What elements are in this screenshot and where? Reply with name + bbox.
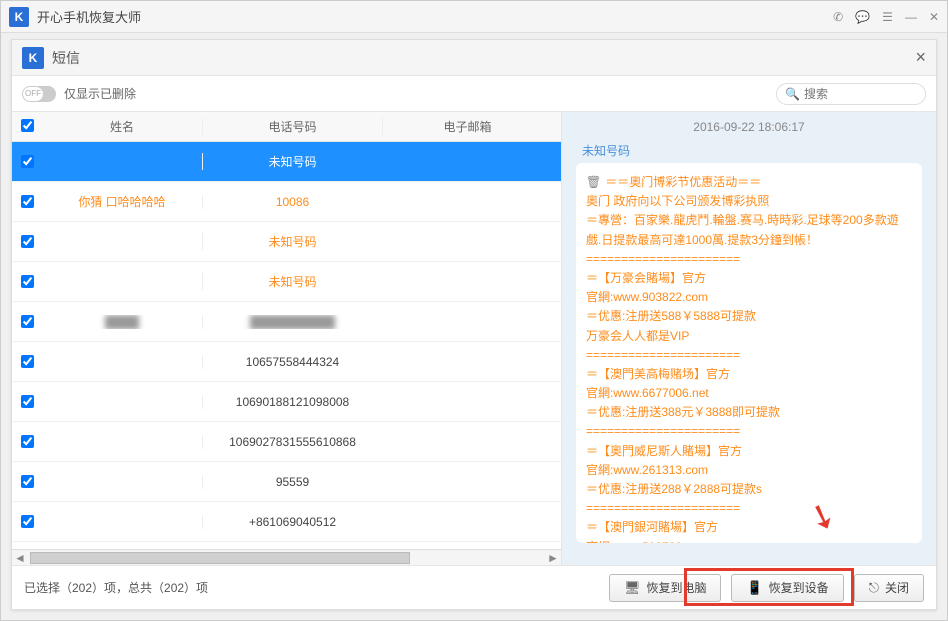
table-row[interactable]: 10690188121098008 [12, 382, 561, 422]
titlebar: K 开心手机恢复大师 ✆ 💬 ☰ — ✕ [1, 1, 947, 33]
app-logo-icon: K [9, 7, 29, 27]
row-name: 你猜 口哈哈哈哈 [42, 193, 202, 210]
row-checkbox-cell[interactable] [12, 475, 42, 488]
row-phone: 10690188121098008 [202, 395, 382, 409]
row-checkbox-cell[interactable] [12, 155, 42, 168]
header-phone[interactable]: 电话号码 [202, 118, 382, 135]
horizontal-scrollbar[interactable]: ◄ ► [12, 549, 561, 565]
row-phone: 10086 [202, 195, 382, 209]
status-text: 已选择（202）项，总共（202）项 [24, 579, 599, 596]
search-icon: 🔍 [785, 87, 800, 101]
restore-pc-label: 恢复到电脑 [646, 579, 706, 596]
search-input[interactable] [804, 87, 917, 101]
row-phone: ██████████ [202, 315, 382, 329]
app-title: 开心手机恢复大师 [37, 7, 833, 26]
table-row[interactable]: 95559 [12, 462, 561, 502]
row-phone: 未知号码 [202, 273, 382, 290]
scroll-left-icon[interactable]: ◄ [12, 550, 28, 565]
chat-icon[interactable]: 💬 [855, 10, 870, 24]
message-bubble: 🗑＝＝奧门博彩节优惠活动＝＝奧门 政府向以下公司颁发博彩执照＝專營：百家樂.龍虎… [576, 163, 922, 543]
row-phone: 未知号码 [202, 233, 382, 250]
row-checkbox[interactable] [21, 155, 34, 168]
row-phone: +861069040512 [202, 515, 382, 529]
content: 姓名 电话号码 电子邮箱 未知号码你猜 口哈哈哈哈10086未知号码未知号码██… [12, 112, 936, 565]
table-row[interactable]: ██████████████ [12, 302, 561, 342]
toggle-knob: OFF [23, 87, 43, 101]
table-row[interactable]: 未知号码 [12, 262, 561, 302]
left-pane: 姓名 电话号码 电子邮箱 未知号码你猜 口哈哈哈哈10086未知号码未知号码██… [12, 112, 562, 565]
menu-icon[interactable]: ☰ [882, 10, 893, 24]
table-body[interactable]: 未知号码你猜 口哈哈哈哈10086未知号码未知号码██████████████1… [12, 142, 561, 549]
trash-icon: 🗑 [586, 175, 601, 189]
row-checkbox-cell[interactable] [12, 355, 42, 368]
close-button[interactable]: ⎋ 关闭 [854, 574, 924, 602]
titlebar-controls: ✆ 💬 ☰ — ✕ [833, 10, 939, 24]
row-checkbox-cell[interactable] [12, 195, 42, 208]
row-checkbox[interactable] [21, 275, 34, 288]
sub-title: 短信 [52, 48, 915, 68]
row-checkbox-cell[interactable] [12, 435, 42, 448]
row-phone: 10657558444324 [202, 355, 382, 369]
header-name[interactable]: 姓名 [42, 118, 202, 135]
row-checkbox[interactable] [21, 435, 34, 448]
row-checkbox[interactable] [21, 515, 34, 528]
row-checkbox-cell[interactable] [12, 315, 42, 328]
exit-icon: ⎋ [869, 580, 879, 596]
restore-to-device-button[interactable]: 📱 恢复到设备 [731, 574, 843, 602]
message-sender: 未知号码 [582, 142, 922, 159]
header-check[interactable] [12, 119, 42, 135]
close-icon[interactable]: ✕ [929, 10, 939, 24]
row-checkbox-cell[interactable] [12, 515, 42, 528]
table-row[interactable]: 1069027831555610868 [12, 422, 561, 462]
row-checkbox-cell[interactable] [12, 395, 42, 408]
toolbar: OFF 仅显示已删除 🔍 [12, 76, 936, 112]
message-date: 2016-09-22 18:06:17 [562, 112, 936, 142]
row-checkbox[interactable] [21, 195, 34, 208]
row-checkbox-cell[interactable] [12, 275, 42, 288]
table-row[interactable]: +861069040512 [12, 502, 561, 542]
restore-device-label: 恢复到设备 [769, 579, 829, 596]
row-phone: 95559 [202, 475, 382, 489]
wechat-icon[interactable]: ✆ [833, 10, 843, 24]
sub-logo-icon: K [22, 47, 44, 69]
minimize-icon[interactable]: — [905, 10, 917, 24]
search-box[interactable]: 🔍 [776, 83, 926, 105]
device-icon: 📱 [746, 580, 762, 596]
toggle-label: 仅显示已删除 [64, 85, 136, 102]
sub-close-icon[interactable]: × [915, 47, 926, 68]
subwindow: K 短信 × OFF 仅显示已删除 🔍 姓名 电话号码 电子邮箱 [11, 39, 937, 610]
row-checkbox[interactable] [21, 395, 34, 408]
footer: 已选择（202）项，总共（202）项 🖥 恢复到电脑 📱 恢复到设备 ⎋ 关闭 [12, 565, 936, 609]
app-window: K 开心手机恢复大师 ✆ 💬 ☰ — ✕ K 短信 × OFF 仅显示已删除 🔍 [0, 0, 948, 621]
row-checkbox[interactable] [21, 355, 34, 368]
sub-titlebar: K 短信 × [12, 40, 936, 76]
table-row[interactable]: 未知号码 [12, 222, 561, 262]
deleted-only-toggle[interactable]: OFF [22, 86, 56, 102]
table-header: 姓名 电话号码 电子邮箱 [12, 112, 561, 142]
row-checkbox[interactable] [21, 475, 34, 488]
scroll-thumb[interactable] [30, 552, 410, 564]
row-phone: 1069027831555610868 [202, 435, 382, 449]
header-email[interactable]: 电子邮箱 [382, 118, 552, 135]
table-row[interactable]: 未知号码 [12, 142, 561, 182]
pc-icon: 🖥 [624, 580, 641, 596]
right-pane: 2016-09-22 18:06:17 未知号码 🗑＝＝奧门博彩节优惠活动＝＝奧… [562, 112, 936, 565]
table-row[interactable]: 10657558444324 [12, 342, 561, 382]
bubble-wrap: 未知号码 🗑＝＝奧门博彩节优惠活动＝＝奧门 政府向以下公司颁发博彩执照＝專營：百… [562, 142, 936, 557]
row-phone: 未知号码 [202, 153, 382, 170]
close-label: 关闭 [885, 579, 909, 596]
row-checkbox[interactable] [21, 315, 34, 328]
row-checkbox-cell[interactable] [12, 235, 42, 248]
row-checkbox[interactable] [21, 235, 34, 248]
row-name: ████ [42, 315, 202, 329]
table-row[interactable]: 你猜 口哈哈哈哈10086 [12, 182, 561, 222]
message-body: ＝＝奧门博彩节优惠活动＝＝奧门 政府向以下公司颁发博彩执照＝專營：百家樂.龍虎鬥… [586, 175, 899, 543]
scroll-right-icon[interactable]: ► [545, 550, 561, 565]
restore-to-pc-button[interactable]: 🖥 恢复到电脑 [609, 574, 722, 602]
